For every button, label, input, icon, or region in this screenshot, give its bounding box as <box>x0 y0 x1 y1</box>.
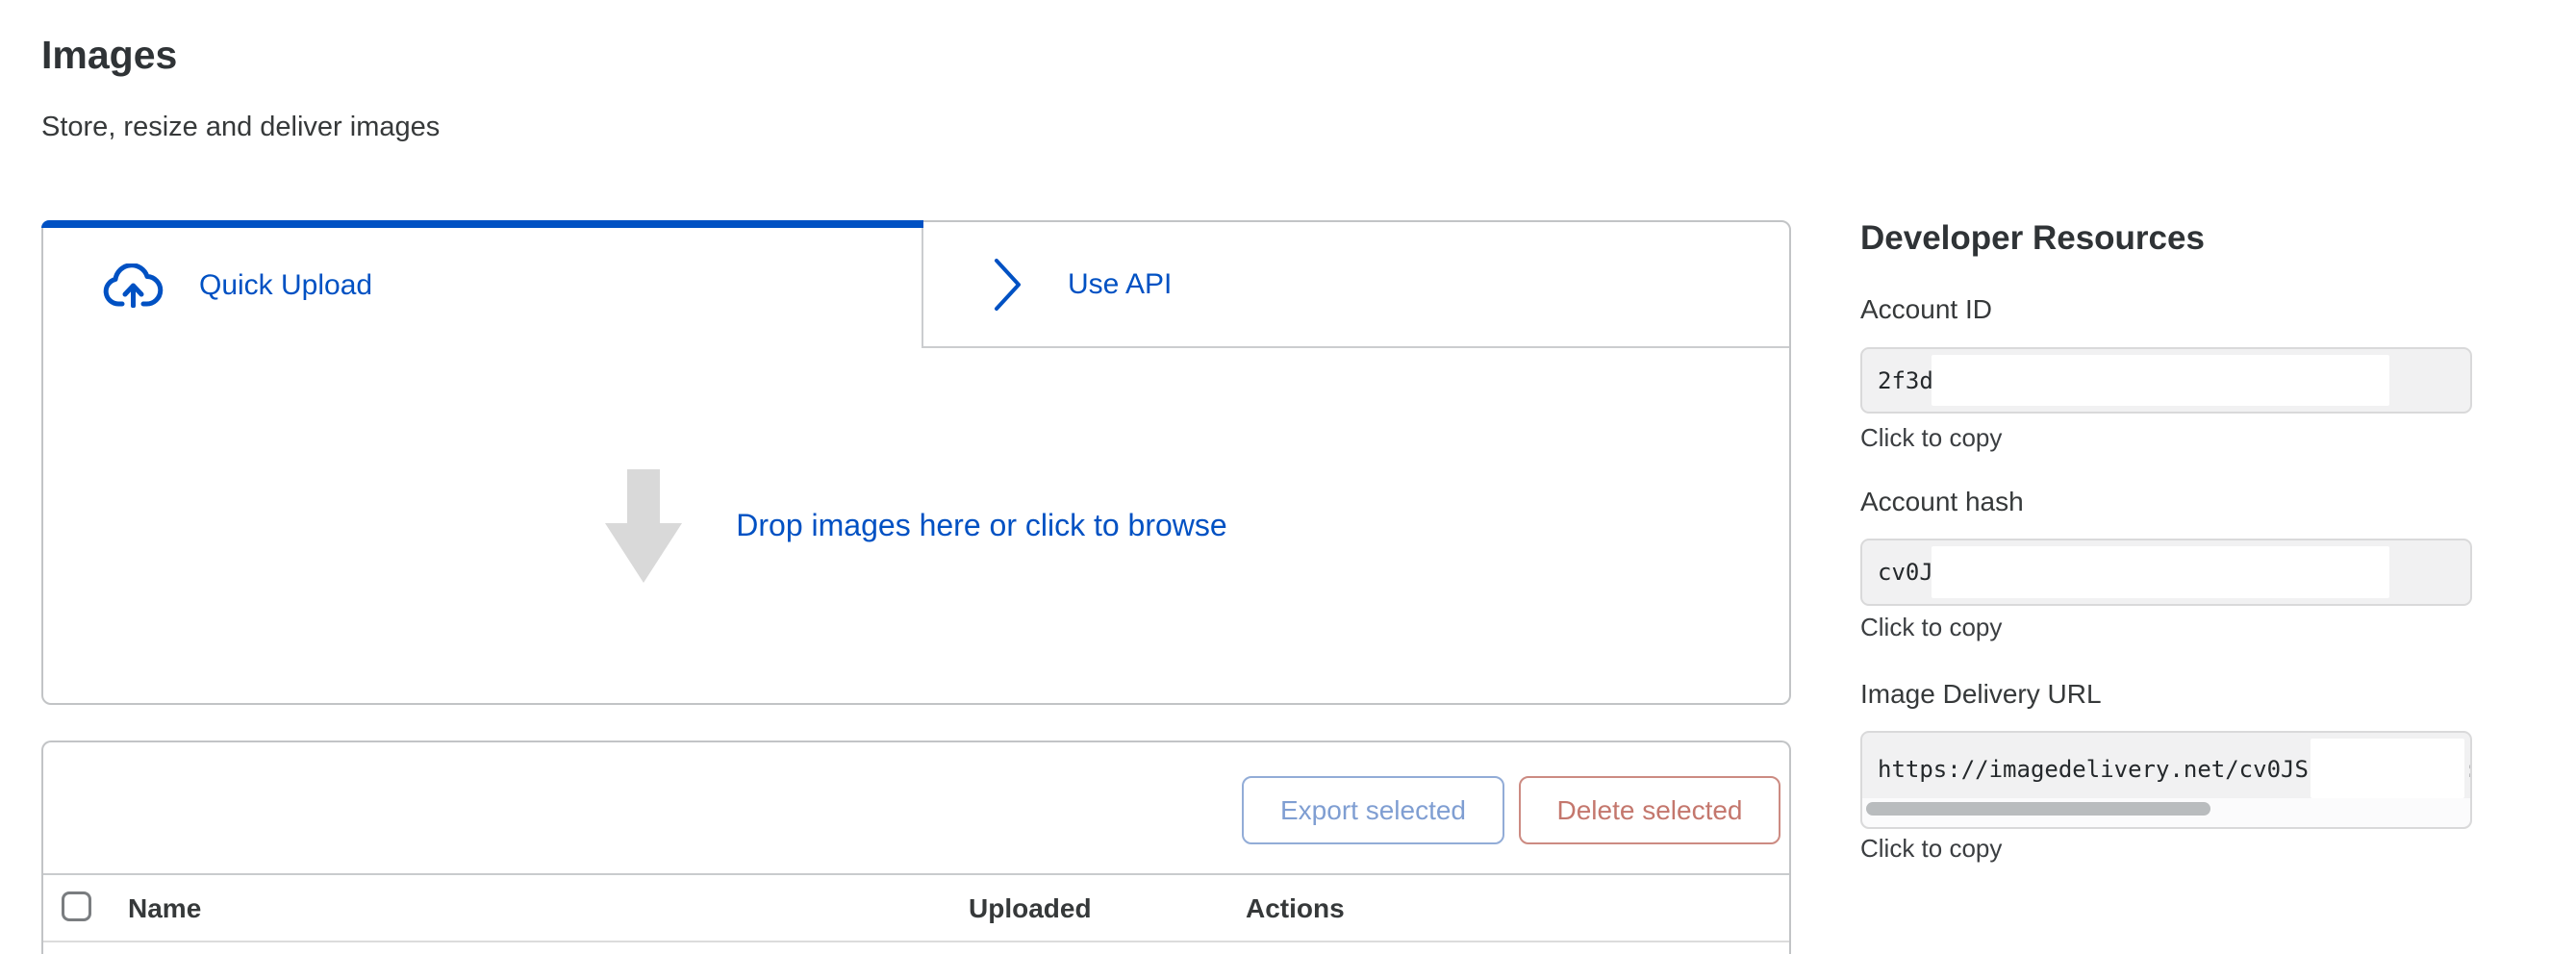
image-list-card: Export selected Delete selected Name Upl… <box>41 741 1791 954</box>
tab-use-api[interactable]: Use API <box>923 222 1789 348</box>
tab-quick-upload[interactable]: Quick Upload <box>43 222 923 348</box>
tab-use-api-label: Use API <box>1068 268 1172 301</box>
developer-resources-heading: Developer Resources <box>1860 219 2205 258</box>
export-selected-button[interactable]: Export selected <box>1242 776 1504 844</box>
account-id-value: 2f3d <box>1878 367 1933 394</box>
upload-card: Quick Upload Use API Drop images here or… <box>41 220 1791 705</box>
url-scrollbar-thumb[interactable] <box>1866 802 2210 816</box>
delete-selected-button[interactable]: Delete selected <box>1519 776 1780 844</box>
page-subtitle: Store, resize and deliver images <box>41 112 440 143</box>
image-delivery-url-copy-hint: Click to copy <box>1860 834 2002 864</box>
url-scrollbar-track <box>1862 798 2470 827</box>
page-title: Images <box>41 33 177 78</box>
image-delivery-url-redaction <box>2311 739 2464 798</box>
account-id-redaction <box>1932 355 2389 406</box>
account-id-label: Account ID <box>1860 294 1992 325</box>
image-delivery-url-value-box[interactable]: https://imagedelivery.net/cv0JSj : <box>1860 731 2472 829</box>
list-toolbar: Export selected Delete selected <box>43 742 1789 875</box>
image-dropzone[interactable]: Drop images here or click to browse <box>43 348 1789 703</box>
image-delivery-url-value: https://imagedelivery.net/cv0JSj <box>1878 756 2322 783</box>
account-hash-redaction <box>1932 546 2389 598</box>
account-id-value-box[interactable]: 2f3d <box>1860 347 2472 414</box>
column-header-actions: Actions <box>1246 893 1345 924</box>
select-all-checkbox[interactable] <box>62 891 91 921</box>
image-delivery-url-label: Image Delivery URL <box>1860 679 2102 710</box>
active-tab-indicator <box>41 220 923 228</box>
account-hash-value-box[interactable]: cv0J <box>1860 539 2472 606</box>
tab-quick-upload-label: Quick Upload <box>199 269 372 302</box>
column-header-uploaded: Uploaded <box>969 893 1092 924</box>
drop-arrow-icon <box>605 469 682 583</box>
account-hash-value: cv0J <box>1878 559 1933 586</box>
table-header-divider <box>43 941 1789 942</box>
account-id-copy-hint: Click to copy <box>1860 423 2002 453</box>
cloud-upload-icon <box>103 264 164 308</box>
chevron-right-icon <box>993 257 1023 313</box>
dropzone-label: Drop images here or click to browse <box>736 508 1226 543</box>
redacted-url-tail: : <box>2464 756 2472 783</box>
account-hash-label: Account hash <box>1860 487 2024 517</box>
images-page: Images Store, resize and deliver images … <box>0 0 2576 954</box>
account-hash-copy-hint: Click to copy <box>1860 613 2002 642</box>
column-header-name: Name <box>128 893 201 924</box>
